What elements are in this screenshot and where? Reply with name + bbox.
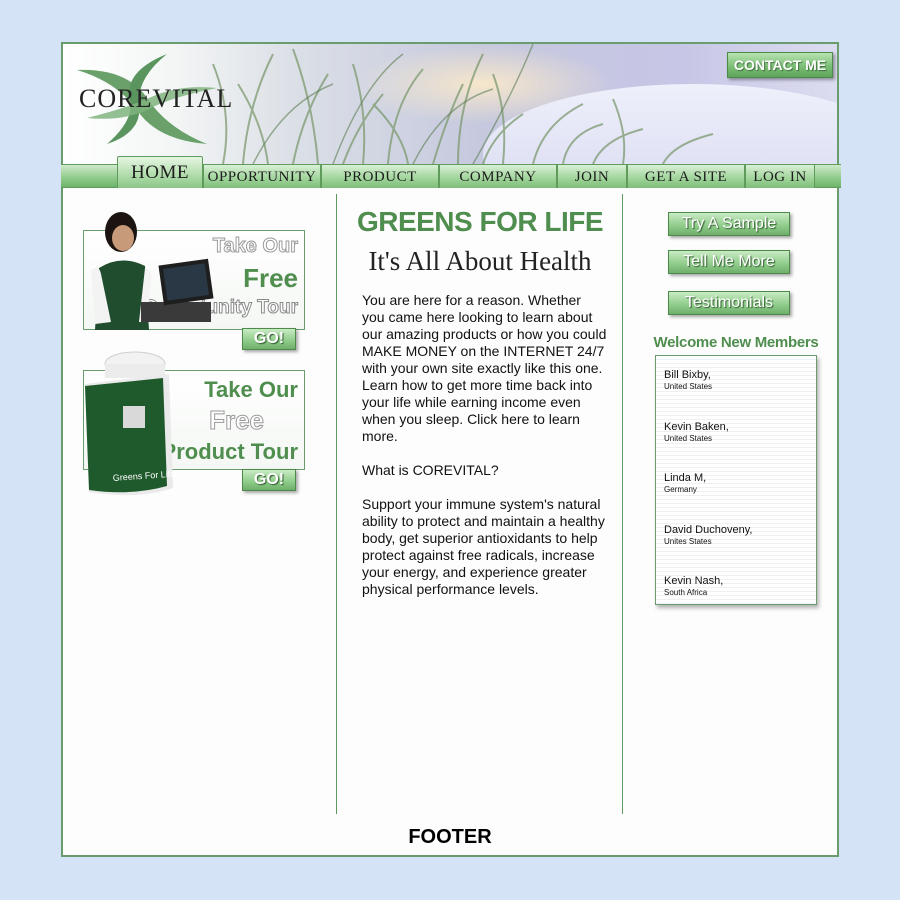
member-country: Germany [664,485,697,494]
member-country: United States [664,434,713,443]
opportunity-go-button[interactable]: GO! [242,328,296,350]
nav-tab-log-in[interactable]: LOG IN [745,165,815,188]
nav-tab-opportunity[interactable]: OPPORTUNITY [203,165,321,188]
member-name: Kevin Baken, [664,421,729,433]
list-item: Linda M, Germany [664,472,706,494]
product-bottle-image: Greens For Life [85,351,176,496]
nav-tab-home[interactable]: HOME [117,156,203,188]
promo-line-1: Take Our [212,235,298,258]
list-item: Kevin Baken, United States [664,421,729,443]
member-name: David Duchoveny, [664,524,753,536]
intro-body-text: You are here for a reason. Whether you c… [362,292,607,597]
footer: FOOTER [408,826,492,848]
member-country: United States [664,382,713,391]
subheadline: It's All About Health [368,246,592,276]
headline: GREENS FOR LIFE [356,206,604,237]
product-go-button[interactable]: GO! [242,469,296,491]
member-name: Linda M, [664,472,707,484]
member-country: Unites States [664,537,712,546]
logo-text[interactable]: COREVITAL [79,84,233,114]
tell-me-more-button[interactable]: Tell Me More [668,250,790,274]
nav-tab-join[interactable]: JOIN [557,165,627,188]
product-promo-line-1: Take Our [204,377,298,402]
right-column-divider [622,194,623,814]
nav-tab-company[interactable]: COMPANY [439,165,557,188]
nav-tab-get-a-site[interactable]: GET A SITE [627,165,745,188]
list-item: David Duchoveny, Unites States [664,524,752,546]
member-country: South Africa [664,588,708,597]
product-promo-line-2: Free [209,405,265,436]
testimonials-button[interactable]: Testimonials [668,291,790,315]
list-item: Kevin Nash, South Africa [664,575,723,597]
new-members-list: Bill Bixby, United States Kevin Baken, U… [655,355,817,605]
woman-with-laptop-image [91,212,214,330]
promo-line-2: Free [243,263,298,293]
nav-tab-product[interactable]: PRODUCT [321,165,439,188]
welcome-members-title: Welcome New Members [653,334,819,351]
left-column-divider [336,194,337,814]
header-banner: COREVITAL CONTACT ME [63,44,837,164]
main-nav: HOME OPPORTUNITY PRODUCT COMPANY JOIN GE… [61,156,841,188]
list-item: Bill Bixby, United States [664,369,712,391]
product-promo-line-3: Product Tour [161,439,298,464]
contact-me-button[interactable]: CONTACT ME [727,52,833,78]
member-name: Bill Bixby, [664,369,711,381]
try-a-sample-button[interactable]: Try A Sample [668,212,790,236]
page-container: COREVITAL CONTACT ME HOME OPPORTUNITY PR… [61,42,841,857]
member-name: Kevin Nash, [664,575,724,587]
